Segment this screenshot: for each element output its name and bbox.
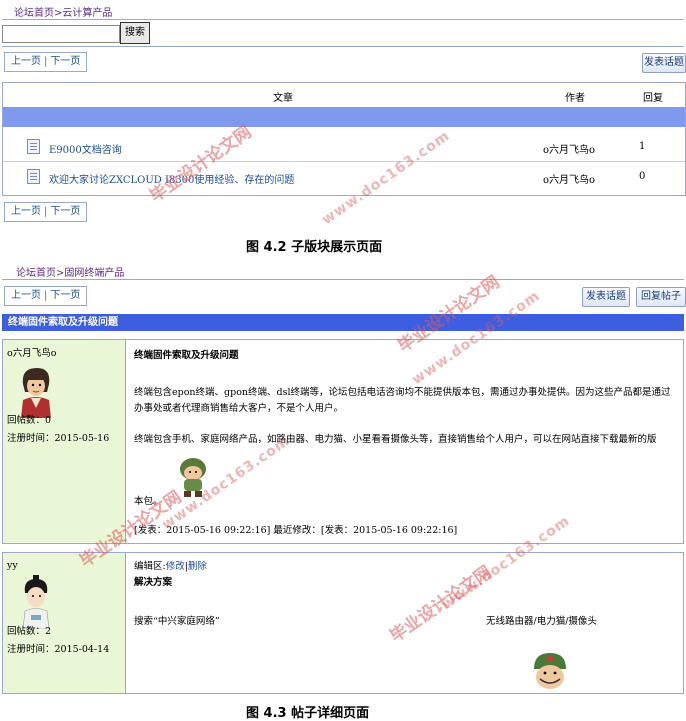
col-header-article: 文章 xyxy=(273,93,293,104)
post: yy 回帖数：2 注册时间：2015-04-14 编辑区:修改|删除 解决方案 … xyxy=(2,552,684,694)
search-button[interactable]: 搜索 xyxy=(120,22,150,44)
divider xyxy=(2,46,684,47)
post-username[interactable]: yy xyxy=(7,559,18,572)
new-topic-button[interactable]: 发表话题 xyxy=(582,287,630,307)
topic-link[interactable]: 欢迎大家讨论ZXCLOUD I8300使用经验、存在的问题 xyxy=(49,171,294,186)
user-avatar xyxy=(13,573,59,629)
post: o六月飞鸟o 回帖数：0 注册时间：2015-05-16 终端固件索取及升级问题… xyxy=(2,339,684,544)
post-title: 解决方案 xyxy=(134,577,173,588)
user-avatar xyxy=(13,362,59,418)
pager-separator: | xyxy=(44,290,48,301)
soldier-emoticon-icon xyxy=(534,653,566,689)
next-page-link[interactable]: 下一页 xyxy=(50,290,80,301)
document-icon xyxy=(27,169,40,184)
col-header-author: 作者 xyxy=(565,93,585,104)
breadcrumb[interactable]: 论坛首页>固网终端产品 xyxy=(16,264,124,279)
post-author-panel: o六月飞鸟o 回帖数：0 注册时间：2015-05-16 xyxy=(3,340,126,543)
divider xyxy=(2,279,684,280)
next-page-link[interactable]: 下一页 xyxy=(50,206,80,217)
next-page-link[interactable]: 下一页 xyxy=(50,56,80,67)
delete-link[interactable]: 删除 xyxy=(188,561,207,572)
pager-top: 上一页 | 下一页 xyxy=(4,52,88,72)
prev-page-link[interactable]: 上一页 xyxy=(11,206,41,217)
topic-replies: 1 xyxy=(639,141,646,152)
pager-top: 上一页 | 下一页 xyxy=(4,286,88,306)
post-paragraph: 本包。 xyxy=(134,496,163,507)
topic-author[interactable]: o六月飞鸟o xyxy=(543,141,595,156)
prev-page-link[interactable]: 上一页 xyxy=(11,56,41,67)
topic-title-bar: 终端固件索取及升级问题 xyxy=(2,314,684,331)
breadcrumb[interactable]: 论坛首页>云计算产品 xyxy=(14,4,112,19)
table-header-band xyxy=(3,107,685,127)
figure-caption: 图 4.2 子版块展示页面 xyxy=(246,240,383,255)
post-content: 编辑区:修改|删除 解决方案 搜索“中兴家庭网络” 无线路由器/电力猫/摄像头 xyxy=(126,553,683,693)
new-topic-button[interactable]: 发表话题 xyxy=(642,53,686,73)
figure-caption: 图 4.3 帖子详细页面 xyxy=(246,706,370,721)
register-time: 注册时间：2015-04-14 xyxy=(7,644,110,655)
post-username[interactable]: o六月飞鸟o xyxy=(7,347,56,360)
post-paragraph: 搜索“中兴家庭网络” xyxy=(134,616,220,627)
edit-link[interactable]: 修改 xyxy=(166,561,185,572)
post-author-panel: yy 回帖数：2 注册时间：2015-04-14 xyxy=(3,553,126,693)
divider xyxy=(2,19,684,20)
topic-link[interactable]: E9000文档咨询 xyxy=(49,141,122,156)
soldier-emoticon-icon xyxy=(180,458,206,497)
row-divider xyxy=(3,161,685,162)
post-title: 终端固件索取及升级问题 xyxy=(134,350,239,361)
post-paragraph: 无线路由器/电力猫/摄像头 xyxy=(486,616,597,627)
pager-separator: | xyxy=(44,56,48,67)
search-input[interactable] xyxy=(2,25,120,43)
edit-area: 编辑区:修改|删除 xyxy=(134,561,207,572)
pager-bottom: 上一页 | 下一页 xyxy=(4,202,88,222)
topic-author[interactable]: o六月飞鸟o xyxy=(543,171,595,186)
prev-page-link[interactable]: 上一页 xyxy=(11,290,41,301)
post-content: 终端固件索取及升级问题 终端包含epon终端、gpon终端、dsl终端等，论坛包… xyxy=(126,340,683,543)
post-paragraph: 终端包含epon终端、gpon终端、dsl终端等，论坛包括电话咨询均不能提供版本… xyxy=(134,387,671,414)
edit-area-label: 编辑区: xyxy=(134,561,166,572)
reply-button[interactable]: 回复帖子 xyxy=(636,287,686,307)
topic-table: 文章 作者 回复 E9000文档咨询 o六月飞鸟o 1 欢迎大家讨论ZXCLOU… xyxy=(2,82,686,196)
col-header-replies: 回复 xyxy=(643,93,663,104)
pager-separator: | xyxy=(44,206,48,217)
post-footer: [发表：2015-05-16 09:22:16] 最近修改：[发表：2015-0… xyxy=(134,525,458,536)
register-time: 注册时间：2015-05-16 xyxy=(7,433,110,444)
post-paragraph: 终端包含手机、家庭网络产品，如路由器、电力猫、小星看看摄像头等，直接销售给个人用… xyxy=(134,434,657,445)
post-count: 回帖数：2 xyxy=(7,626,52,637)
post-count: 回帖数：0 xyxy=(7,415,52,426)
topic-replies: 0 xyxy=(639,171,646,182)
document-icon xyxy=(27,139,40,154)
